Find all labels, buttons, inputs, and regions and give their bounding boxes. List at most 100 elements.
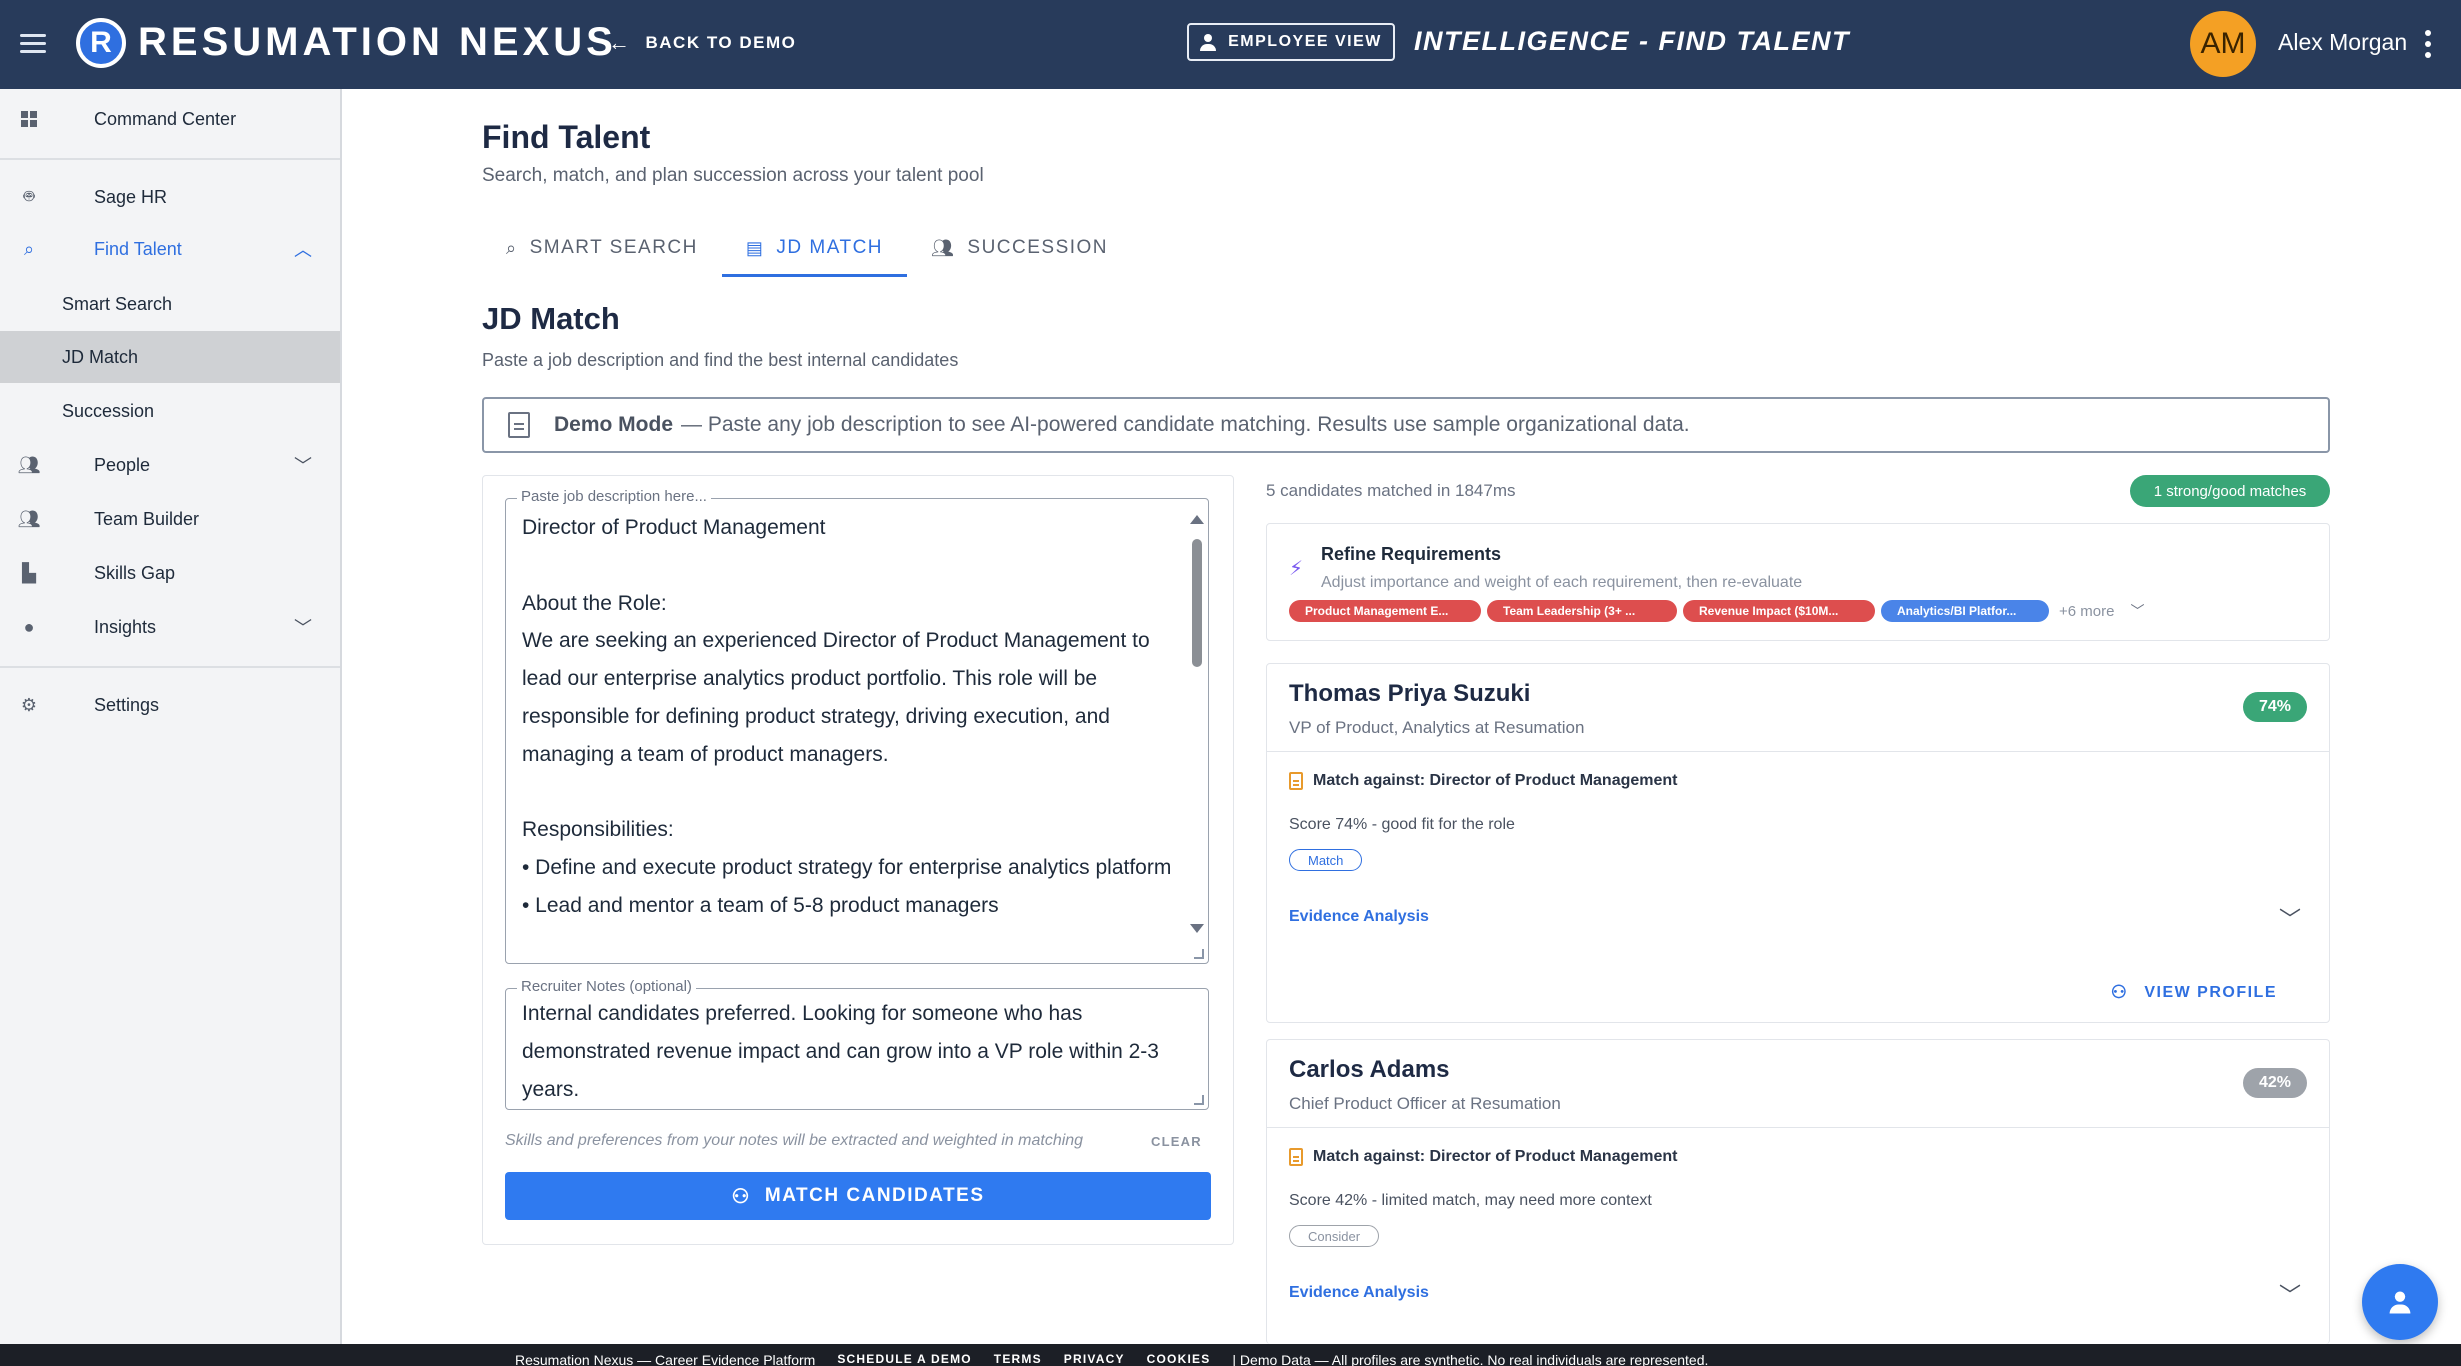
tab-smart-search[interactable]: ⌕ SMART SEARCH [482,219,722,277]
candidate-header: Thomas Priya Suzuki VP of Product, Analy… [1267,664,2329,752]
search-icon: ⌕ [506,237,518,258]
clear-button[interactable]: CLEAR [1151,1134,1202,1149]
tab-jd-match[interactable]: ▤ JD MATCH [721,219,908,277]
sidebar-item-sage-hr[interactable]: 🤖︎ Sage HR [0,171,340,223]
employee-view-label: EMPLOYEE VIEW [1228,33,1382,50]
requirement-chip[interactable]: Revenue Impact ($10M... [1683,600,1875,622]
match-against-label: Match against: Director of Product Manag… [1313,1148,1678,1165]
employee-view-button[interactable]: EMPLOYEE VIEW [1187,23,1395,61]
top-app-bar: R RESUMATION NEXUS ← BACK TO DEMO EMPLOY… [0,0,2461,89]
sidebar-item-label: Team Builder [94,508,200,529]
recruiter-notes-textarea[interactable]: Internal candidates preferred. Looking f… [505,988,1209,1110]
brand-logo: R [76,18,126,68]
section-title: JD Match [482,301,620,336]
scroll-down-arrow-icon[interactable] [1190,924,1204,933]
person-icon [2389,1290,2411,1314]
job-description-label: Paste job description here... [517,488,711,505]
sidebar-item-label: Insights [94,616,157,637]
requirement-chip[interactable]: Product Management E... [1289,600,1481,622]
analytics-icon: ▙ [22,562,36,583]
sidebar-item-find-talent[interactable]: ⌕ Find Talent ︿ [0,223,340,275]
refine-title[interactable]: Refine Requirements [1321,544,1501,565]
more-vert-icon[interactable] [2424,30,2432,58]
group-add-icon: 👥︎ [17,508,41,529]
demo-mode-label: Demo Mode [554,413,674,436]
refine-requirements-card: ⚡︎ Refine Requirements Adjust importance… [1266,523,2330,641]
candidate-role: VP of Product, Analytics at Resumation [1289,718,1585,737]
chevron-down-icon[interactable]: ﹀ [2130,601,2144,621]
footer-links: Resumation Nexus — Career Evidence Platf… [515,1352,1708,1366]
tab-label: JD MATCH [776,237,884,258]
sidebar-item-insights[interactable]: ● Insights ﹀ [0,601,340,653]
requirement-chip[interactable]: Team Leadership (3+ ... [1487,600,1677,622]
hamburger-menu-icon[interactable] [20,28,50,58]
more-requirements-link[interactable]: +6 more [2059,603,2114,620]
cookies-link[interactable]: COOKIES [1147,1352,1211,1366]
tab-bar: ⌕ SMART SEARCH ▤ JD MATCH 👥︎ SUCCESSION [482,219,1132,277]
scrollbar-thumb[interactable] [1192,539,1202,667]
view-profile-button[interactable]: ⚇ VIEW PROFILE [2111,982,2277,1003]
results-meta: 5 candidates matched in 1847ms [1266,481,1516,500]
sidebar-item-succession[interactable]: Succession [0,385,340,437]
sidebar-item-label: Succession [62,400,155,421]
refine-subtitle: Adjust importance and weight of each req… [1321,574,1803,591]
resize-handle-icon[interactable] [1194,949,1204,959]
match-against: Match against: Director of Product Manag… [1289,772,1678,790]
match-candidates-button[interactable]: ⚇ MATCH CANDIDATES [505,1172,1211,1220]
match-tag: Match [1289,849,1363,871]
candidate-name[interactable]: Thomas Priya Suzuki [1289,680,1530,708]
schedule-demo-link[interactable]: SCHEDULE A DEMO [837,1352,971,1366]
sidebar-item-label: JD Match [62,346,139,367]
job-description-value[interactable]: Director of Product Management About the… [522,509,1172,925]
sidebar-item-label: People [94,454,151,475]
candidate-name[interactable]: Carlos Adams [1289,1056,1450,1084]
document-icon [1289,772,1303,790]
requirement-chip[interactable]: Analytics/BI Platfor... [1881,600,2049,622]
assistant-fab-button[interactable] [2362,1264,2438,1340]
privacy-link[interactable]: PRIVACY [1064,1352,1125,1366]
chevron-down-icon: ﹀ [294,618,312,638]
candidate-card: Thomas Priya Suzuki VP of Product, Analy… [1266,663,2330,1023]
resize-handle-icon[interactable] [1194,1095,1204,1105]
sidebar-item-skills-gap[interactable]: ▙ Skills Gap [0,547,340,599]
logo-letter: R [90,26,112,59]
sidebar-item-settings[interactable]: ⚙ Settings [0,679,340,731]
back-to-demo-link[interactable]: ← BACK TO DEMO [608,30,796,56]
document-icon [508,412,530,438]
candidate-card: Carlos Adams Chief Product Officer at Re… [1266,1039,2330,1344]
section-subtitle: Paste a job description and find the bes… [482,350,959,370]
person-search-icon: ⚇ [2110,982,2129,1002]
sidebar-divider [0,158,340,160]
avatar[interactable]: AM [2190,11,2256,77]
sidebar-item-label: Sage HR [94,186,168,207]
score-description: Score 42% - limited match, may need more… [1289,1192,1652,1209]
person-search-icon: ⚇ [731,1185,751,1208]
terms-link[interactable]: TERMS [994,1352,1042,1366]
user-name[interactable]: Alex Morgan [2278,29,2407,56]
robot-icon: 🤖︎ [23,185,35,206]
sidebar-item-label: Command Center [94,108,237,129]
chevron-down-icon: ﹀ [294,456,312,476]
tab-label: SMART SEARCH [529,237,698,258]
search-icon: ⌕ [23,238,35,259]
recruiter-notes-value[interactable]: Internal candidates preferred. Looking f… [522,995,1192,1108]
scroll-up-arrow-icon[interactable] [1190,515,1204,524]
sidebar-item-label: Smart Search [62,293,173,314]
evidence-analysis-toggle[interactable]: Evidence Analysis [1289,908,1429,926]
view-profile-label: VIEW PROFILE [2144,983,2277,1001]
sidebar-item-jd-match[interactable]: JD Match [0,331,340,383]
sidebar-item-people[interactable]: 👥︎ People ﹀ [0,439,340,491]
main-content: Find Talent Search, match, and plan succ… [342,89,2461,1344]
sidebar-item-command-center[interactable]: Command Center [0,93,340,145]
chevron-down-icon[interactable]: ﹀ [2279,902,2301,934]
sidebar-item-smart-search[interactable]: Smart Search [0,278,340,330]
chevron-down-icon[interactable]: ﹀ [2279,1278,2301,1310]
chevron-up-icon: ︿ [294,240,312,260]
tab-succession[interactable]: 👥︎ SUCCESSION [907,219,1132,277]
evidence-analysis-toggle[interactable]: Evidence Analysis [1289,1284,1429,1302]
sidebar-item-team-builder[interactable]: 👥︎ Team Builder [0,493,340,545]
score-description: Score 74% - good fit for the role [1289,816,1515,833]
document-icon [1289,1148,1303,1166]
demo-mode-banner: Demo Mode — Paste any job description to… [482,397,2330,453]
job-description-textarea[interactable]: Director of Product Management About the… [505,498,1209,964]
